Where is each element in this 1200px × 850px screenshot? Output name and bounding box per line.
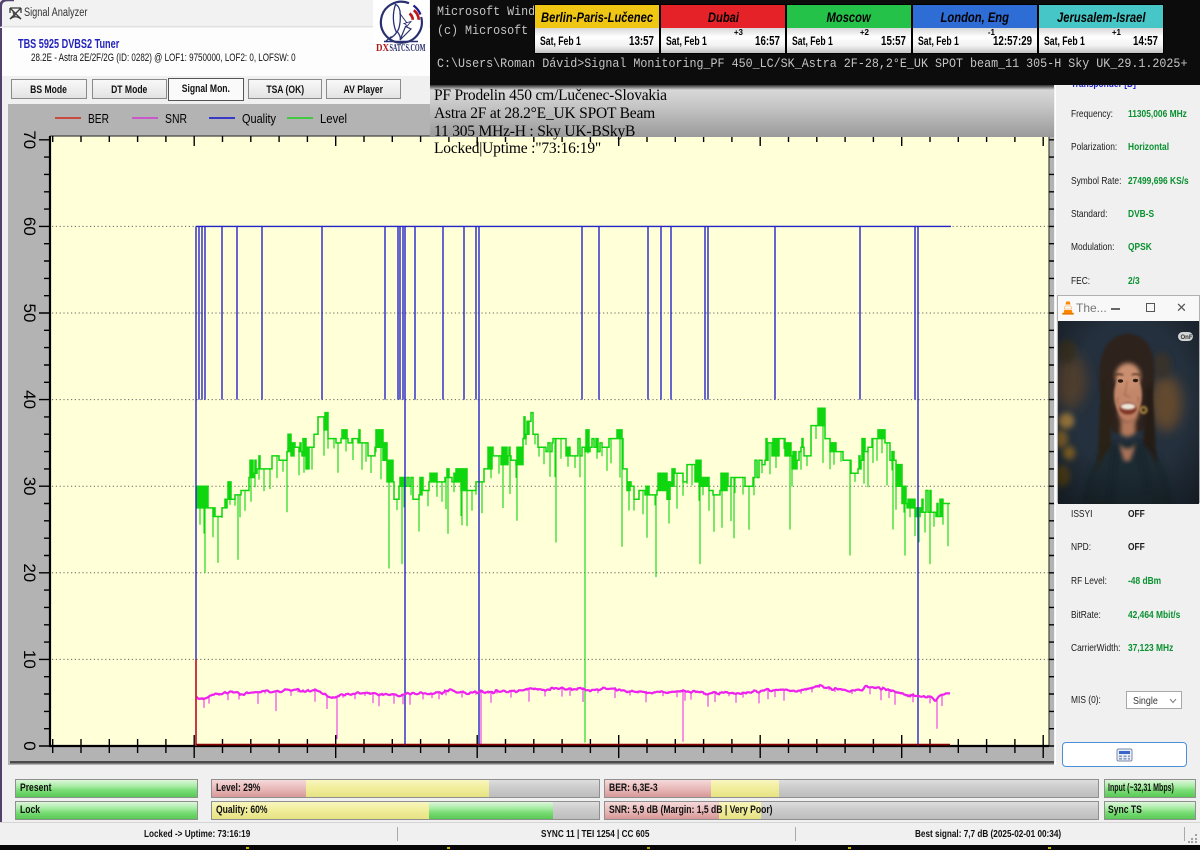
svg-text:Level: Level (320, 111, 347, 126)
svg-text:10: 10 (20, 650, 39, 669)
svg-text:70: 70 (20, 130, 39, 149)
svg-text:Quality: Quality (242, 111, 276, 126)
svg-text:30: 30 (20, 477, 39, 496)
svg-text:SATCS.COM: SATCS.COM (390, 43, 426, 54)
svg-text:BER: BER (88, 111, 109, 126)
svg-text:0: 0 (20, 741, 39, 750)
svg-text:OnF: OnF (1181, 335, 1193, 341)
svg-text:50: 50 (20, 304, 39, 323)
svg-text:DX: DX (376, 43, 389, 54)
svg-text:60: 60 (20, 217, 39, 236)
svg-text:20: 20 (20, 563, 39, 582)
svg-text:SNR: SNR (165, 111, 187, 126)
svg-text:40: 40 (20, 390, 39, 409)
